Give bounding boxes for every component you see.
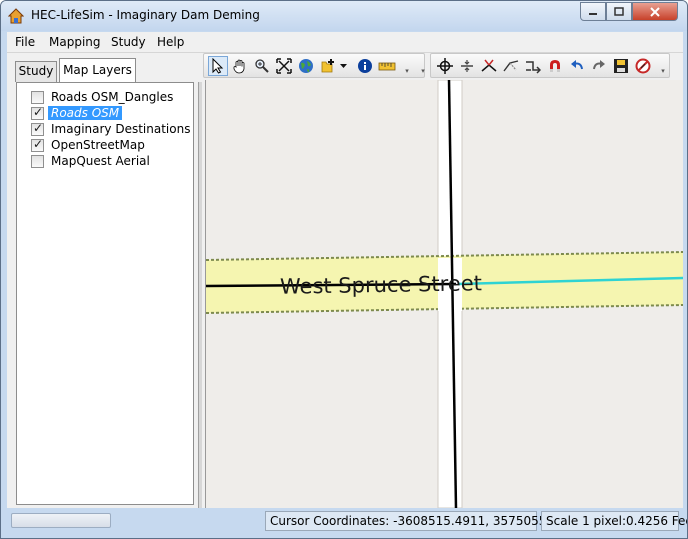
vertex-icon — [481, 59, 497, 72]
add-layer-dropdown[interactable] — [338, 56, 348, 76]
layer-label: Roads OSM — [48, 106, 123, 120]
save-icon — [614, 59, 628, 73]
layer-label: Imaginary Destinations — [51, 122, 191, 136]
pan-tool-button[interactable] — [230, 56, 250, 76]
merge-button[interactable] — [523, 56, 543, 76]
add-layer-button[interactable] — [318, 56, 338, 76]
menu-study[interactable]: Study — [111, 35, 146, 49]
menu-help[interactable]: Help — [157, 35, 184, 49]
close-icon — [650, 6, 660, 17]
layer-label: Roads OSM_Dangles — [51, 90, 174, 104]
save-button[interactable] — [611, 56, 631, 76]
toolbar-overflow-grip[interactable]: ▾ — [403, 67, 411, 76]
vertex-button[interactable] — [479, 56, 499, 76]
layer-checkbox[interactable] — [31, 137, 44, 152]
layer-checkbox[interactable] — [31, 90, 44, 104]
reshape-button[interactable] — [501, 56, 521, 76]
select-tool-button[interactable] — [208, 56, 228, 76]
redo-button[interactable] — [589, 56, 609, 76]
stop-edit-icon — [635, 58, 651, 74]
zoom-tool-button[interactable] — [252, 56, 272, 76]
layer-item-roads-osm[interactable]: Roads OSM — [31, 105, 123, 121]
undo-icon — [571, 60, 583, 70]
edit-toolbar: ▾ — [430, 53, 670, 78]
street-label: West Spruce Street — [280, 271, 482, 299]
layer-checkbox[interactable] — [31, 105, 44, 120]
select-arrow-icon — [212, 58, 224, 74]
reshape-icon — [503, 60, 519, 72]
map-toolbar: ▾ — [203, 53, 425, 78]
toolbar-overflow-grip[interactable]: ▾ — [659, 67, 667, 76]
merge-icon — [526, 61, 541, 74]
map-scale: Scale 1 pixel:0.4256 Feet — [541, 511, 687, 531]
layer-checkbox[interactable] — [31, 154, 44, 168]
cursor-coordinates: Cursor Coordinates: -3608515.4911, 35750… — [265, 511, 581, 531]
tab-map-layers[interactable]: Map Layers — [59, 58, 136, 83]
identify-button[interactable] — [355, 56, 375, 76]
progress-bar — [11, 513, 111, 528]
snap-magnet-icon — [550, 60, 560, 72]
map-svg[interactable]: West Spruce Street — [206, 80, 683, 508]
snap-button[interactable] — [545, 56, 565, 76]
layer-checkbox[interactable] — [31, 121, 44, 136]
maximize-icon — [614, 7, 624, 16]
layer-item-openstreetmap[interactable]: OpenStreetMap — [31, 137, 148, 153]
menu-mapping[interactable]: Mapping — [49, 35, 101, 49]
app-window: HEC-LifeSim - Imaginary Dam Deming File … — [0, 0, 688, 539]
map-canvas[interactable]: West Spruce Street — [205, 80, 683, 508]
globe-button[interactable] — [296, 56, 316, 76]
maximize-button[interactable] — [606, 2, 632, 21]
zoom-icon — [255, 59, 269, 73]
layer-list: Roads OSM_Dangles Roads OSM Imaginary De… — [16, 82, 194, 505]
close-button[interactable] — [632, 2, 678, 21]
split-icon — [461, 60, 473, 72]
status-bar: Cursor Coordinates: -3608515.4911, 35750… — [7, 508, 687, 534]
layer-item-mapquest-aerial[interactable]: MapQuest Aerial — [31, 153, 153, 169]
title-bar[interactable]: HEC-LifeSim - Imaginary Dam Deming — [1, 1, 687, 31]
crosshair-icon — [437, 58, 453, 74]
crosshair-button[interactable] — [435, 56, 455, 76]
minimize-icon — [589, 12, 597, 15]
menu-file[interactable]: File — [15, 35, 35, 49]
split-button[interactable] — [457, 56, 477, 76]
identify-info-icon — [358, 59, 372, 73]
tab-study[interactable]: Study — [15, 61, 57, 82]
minimize-button[interactable] — [580, 2, 606, 21]
layer-item-imaginary-destinations[interactable]: Imaginary Destinations — [31, 121, 193, 137]
main-content: Study Map Layers Roads OSM_Dangles Roads… — [7, 53, 683, 508]
undo-button[interactable] — [567, 56, 587, 76]
full-extent-icon — [276, 58, 292, 74]
layer-item-roads-osm-dangles[interactable]: Roads OSM_Dangles — [31, 89, 176, 105]
layer-label: MapQuest Aerial — [51, 154, 150, 168]
measure-button[interactable] — [377, 56, 397, 76]
add-layer-icon — [321, 59, 334, 73]
layer-label: OpenStreetMap — [51, 138, 145, 152]
globe-icon — [299, 59, 313, 73]
full-extent-button[interactable] — [274, 56, 294, 76]
panel-splitter[interactable] — [198, 82, 202, 508]
pan-hand-icon — [233, 59, 245, 74]
menu-bar: File Mapping Study Help — [7, 32, 683, 53]
measure-ruler-icon — [378, 62, 396, 71]
window-title: HEC-LifeSim - Imaginary Dam Deming — [31, 8, 260, 22]
stop-editing-button[interactable] — [633, 56, 653, 76]
toolbar-separator-grip[interactable]: ▾ — [419, 67, 427, 76]
redo-icon — [593, 60, 605, 70]
app-house-icon — [8, 8, 24, 24]
dropdown-arrow-icon — [339, 63, 347, 68]
